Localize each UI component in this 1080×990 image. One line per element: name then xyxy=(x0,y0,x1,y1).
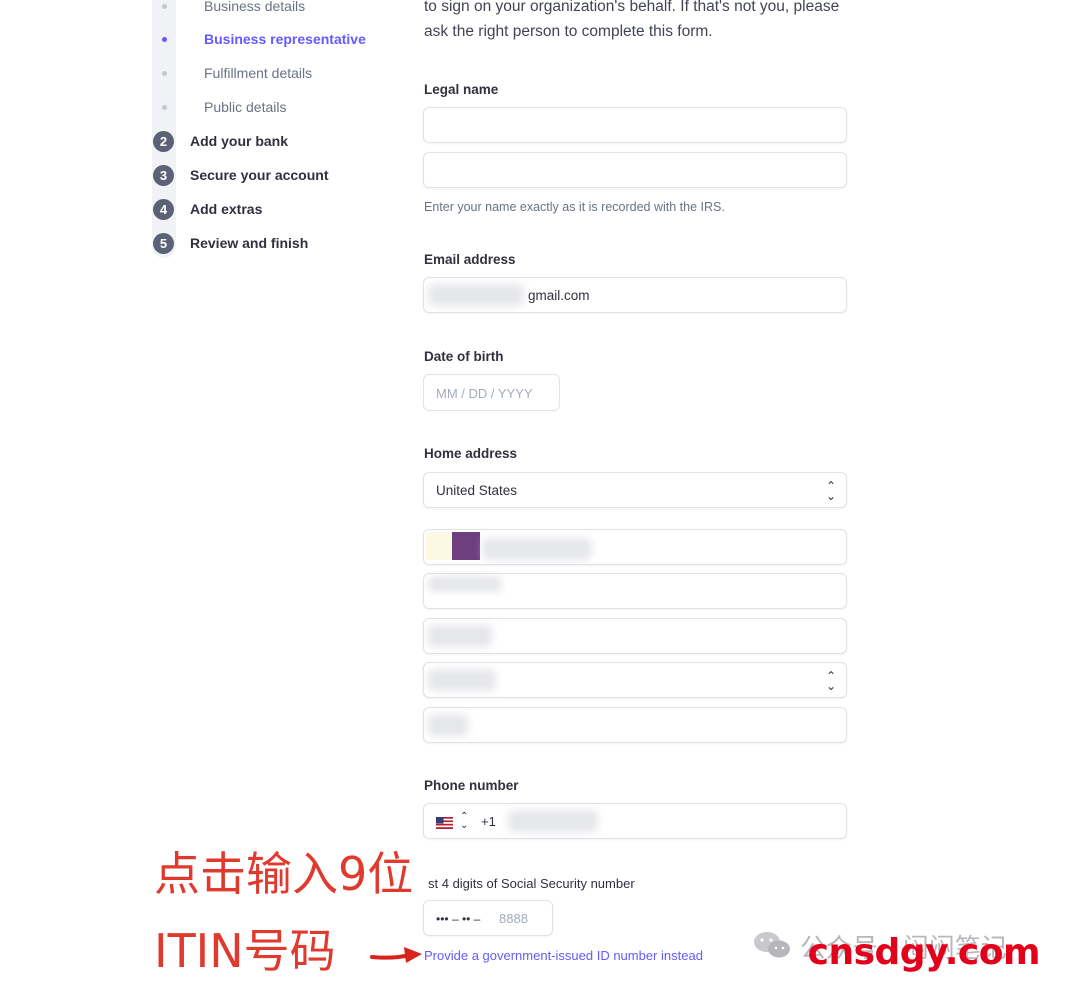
zip-input[interactable] xyxy=(423,707,847,743)
redacted-block xyxy=(426,532,452,560)
state-select[interactable]: ⌃ ⌄ xyxy=(423,662,847,698)
country-code-chevrons-icon[interactable]: ⌃ ⌄ xyxy=(460,812,468,831)
redacted-text xyxy=(482,538,592,560)
step-number-badge: 3 xyxy=(153,165,174,186)
email-input[interactable]: gmail.com xyxy=(423,277,847,313)
redacted-block xyxy=(452,532,480,560)
last-name-input[interactable] xyxy=(423,152,847,188)
ssn-placeholder: 8888 xyxy=(499,911,528,926)
active-step-dot xyxy=(162,36,167,42)
redacted-text xyxy=(428,714,468,736)
step-dot xyxy=(162,3,167,9)
date-of-birth-input[interactable]: MM / DD / YYYY xyxy=(423,374,560,411)
email-label: Email address xyxy=(424,252,516,267)
step-number-badge: 5 xyxy=(153,233,174,254)
redacted-text xyxy=(428,625,492,647)
legal-name-help: Enter your name exactly as it is recorde… xyxy=(424,200,725,214)
city-input[interactable] xyxy=(423,618,847,654)
brand-watermark: cnsdgy.com xyxy=(807,932,1041,973)
email-value: gmail.com xyxy=(528,288,590,303)
select-chevrons-icon: ⌃ ⌄ xyxy=(825,479,836,503)
sidebar-subitem-label: Business representative xyxy=(204,31,366,47)
step-number-badge: 2 xyxy=(153,131,174,152)
phone-country-code: +1 xyxy=(481,814,496,829)
home-address-label: Home address xyxy=(424,446,518,461)
dob-placeholder: MM / DD / YYYY xyxy=(436,386,533,401)
annotation-line2: ITIN号码 xyxy=(154,924,336,978)
wechat-icon xyxy=(752,930,792,960)
address-line2-input[interactable] xyxy=(423,573,847,609)
phone-input[interactable]: ⌃ ⌄ +1 xyxy=(423,803,847,839)
ssn-label: st 4 digits of Social Security number xyxy=(428,876,635,891)
redacted-email-user xyxy=(428,284,524,306)
redacted-text xyxy=(428,576,502,592)
government-id-link[interactable]: Provide a government-issued ID number in… xyxy=(424,948,703,963)
form-intro-text: to sign on your organization's behalf. I… xyxy=(424,0,840,40)
red-arrow-icon xyxy=(370,947,422,963)
sidebar-subitem-label: Public details xyxy=(204,99,287,115)
select-chevrons-icon: ⌃ ⌄ xyxy=(825,669,836,693)
redacted-phone-number xyxy=(508,810,598,832)
ssn-mask: ••• – •• – xyxy=(436,912,481,926)
annotation-line1: 点击输入9位 xyxy=(154,847,414,901)
country-value: United States xyxy=(436,483,518,498)
country-select[interactable]: United States ⌃ ⌄ xyxy=(423,472,847,508)
first-name-input[interactable] xyxy=(423,107,847,143)
step-dot xyxy=(162,70,167,76)
us-flag-icon xyxy=(436,816,453,829)
redacted-text xyxy=(428,669,496,691)
sidebar-subitem-label: Business details xyxy=(204,0,306,14)
step-label: Add extras xyxy=(190,201,263,217)
step-label: Review and finish xyxy=(190,235,309,251)
phone-label: Phone number xyxy=(424,778,519,793)
dob-label: Date of birth xyxy=(424,349,504,364)
step-label: Add your bank xyxy=(190,133,289,149)
step-dot xyxy=(162,104,167,110)
step-number-badge: 4 xyxy=(153,199,174,220)
step-label: Secure your account xyxy=(190,167,329,183)
legal-name-label: Legal name xyxy=(424,82,499,97)
ssn-last4-input[interactable]: ••• – •• – 8888 xyxy=(423,900,553,936)
address-line1-input[interactable] xyxy=(423,529,847,565)
sidebar-subitem-label: Fulfillment details xyxy=(204,65,313,81)
